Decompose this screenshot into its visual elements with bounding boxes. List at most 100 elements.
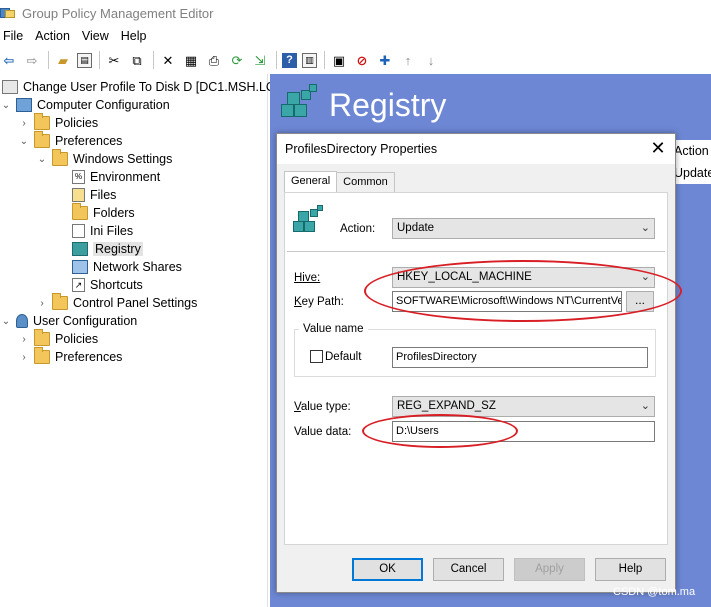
tree-node-environment[interactable]: % Environment bbox=[72, 168, 160, 186]
network-share-icon bbox=[72, 260, 88, 274]
tree-label: Windows Settings bbox=[73, 152, 173, 166]
show-pane-icon[interactable]: ▥ bbox=[302, 52, 317, 68]
refresh-icon[interactable]: ⟳ bbox=[228, 51, 246, 69]
action-dropdown[interactable]: Update ⌄ bbox=[392, 218, 655, 239]
back-arrow-icon[interactable]: ⇦ bbox=[0, 51, 18, 69]
tab-common[interactable]: Common bbox=[336, 172, 395, 193]
key-path-input[interactable]: SOFTWARE\Microsoft\Windows NT\CurrentVer bbox=[392, 291, 622, 312]
menu-view[interactable]: View bbox=[79, 29, 118, 43]
tree-node-files[interactable]: Files bbox=[72, 186, 116, 204]
tree-label: Control Panel Settings bbox=[73, 296, 198, 310]
action-value: Update bbox=[397, 222, 435, 234]
export-icon[interactable]: ⇲ bbox=[251, 51, 269, 69]
close-icon[interactable]: ✕ bbox=[649, 139, 667, 157]
menu-action[interactable]: Action bbox=[32, 29, 79, 43]
delete-icon[interactable]: ✕ bbox=[159, 51, 177, 69]
tab-general[interactable]: General bbox=[284, 171, 338, 193]
browse-key-button[interactable]: ... bbox=[626, 291, 654, 312]
value-type-label: Value type: bbox=[294, 401, 351, 413]
list-item-action[interactable]: Update bbox=[674, 162, 711, 184]
tree-label: Computer Configuration bbox=[37, 98, 170, 112]
tree-node-ini-files[interactable]: Ini Files bbox=[72, 222, 133, 240]
value-type-dropdown[interactable]: REG_EXPAND_SZ ⌄ bbox=[392, 396, 655, 417]
default-checkbox-label: Default bbox=[325, 351, 362, 363]
tree-node-control-panel-settings[interactable]: › Control Panel Settings bbox=[36, 293, 198, 312]
help-icon[interactable]: ? bbox=[282, 52, 297, 68]
default-checkbox[interactable] bbox=[310, 350, 323, 363]
computer-icon bbox=[16, 98, 32, 112]
chevron-down-icon[interactable]: ⌄ bbox=[18, 136, 30, 147]
key-path-label: Key Path: bbox=[294, 296, 344, 308]
tree-label: Preferences bbox=[55, 134, 123, 148]
print-icon[interactable]: ⎙ bbox=[205, 51, 223, 69]
chevron-down-icon: ⌄ bbox=[640, 222, 650, 234]
tree-node-user-preferences[interactable]: › Preferences bbox=[18, 347, 123, 366]
stop-icon[interactable]: ⊘ bbox=[353, 51, 371, 69]
dialog-title: ProfilesDirectory Properties bbox=[285, 142, 438, 156]
ok-button[interactable]: OK bbox=[352, 558, 423, 581]
chevron-right-icon[interactable]: › bbox=[18, 334, 30, 345]
tree-node-preferences[interactable]: ⌄ Preferences bbox=[18, 131, 123, 150]
gpo-icon bbox=[2, 80, 18, 94]
tree-node-registry[interactable]: Registry bbox=[72, 240, 143, 258]
tree-label: Network Shares bbox=[93, 260, 182, 274]
menu-help[interactable]: Help bbox=[118, 29, 156, 43]
move-up-icon[interactable]: ↑ bbox=[399, 51, 417, 69]
user-icon bbox=[16, 314, 28, 328]
value-data-input[interactable]: D:\Users bbox=[392, 421, 655, 442]
forward-arrow-icon[interactable]: ⇨ bbox=[23, 51, 41, 69]
add-icon[interactable]: ✚ bbox=[376, 51, 394, 69]
tree-node-policies[interactable]: › Policies bbox=[18, 113, 98, 132]
watermark: CSDN @tom.ma bbox=[613, 586, 696, 598]
cancel-button[interactable]: Cancel bbox=[433, 558, 504, 581]
chevron-down-icon[interactable]: ⌄ bbox=[0, 316, 12, 327]
chevron-right-icon[interactable]: › bbox=[36, 298, 48, 309]
shortcut-icon: ↗ bbox=[72, 278, 85, 292]
menu-file[interactable]: File bbox=[0, 29, 32, 43]
column-header-action[interactable]: Action bbox=[674, 140, 711, 162]
general-tab-panel: Action: Update ⌄ Hive: HKEY_LOCAL_MACHIN… bbox=[284, 192, 668, 545]
cut-icon[interactable]: ✂ bbox=[105, 51, 123, 69]
show-hide-tree-icon[interactable]: ▤ bbox=[77, 52, 92, 68]
tree-node-user-policies[interactable]: › Policies bbox=[18, 329, 99, 348]
chevron-right-icon[interactable]: › bbox=[18, 352, 30, 363]
registry-item-icon bbox=[293, 205, 327, 239]
copy-icon[interactable]: ⧉ bbox=[128, 51, 146, 69]
tree-node-computer-configuration[interactable]: ⌄ Computer Configuration bbox=[0, 96, 170, 114]
up-folder-icon[interactable]: ▰ bbox=[54, 51, 72, 69]
registry-header: Registry bbox=[281, 84, 446, 126]
chevron-right-icon[interactable]: › bbox=[18, 118, 30, 129]
move-down-icon[interactable]: ↓ bbox=[422, 51, 440, 69]
toolbar-separator bbox=[276, 51, 277, 69]
new-item-icon[interactable]: ▣ bbox=[330, 51, 348, 69]
registry-title: Registry bbox=[329, 86, 447, 123]
chevron-down-icon[interactable]: ⌄ bbox=[0, 100, 12, 111]
dialog-titlebar: ProfilesDirectory Properties ✕ bbox=[277, 134, 675, 164]
tree-node-windows-settings[interactable]: ⌄ Windows Settings bbox=[36, 149, 173, 168]
hive-dropdown[interactable]: HKEY_LOCAL_MACHINE ⌄ bbox=[392, 267, 655, 288]
ini-file-icon bbox=[72, 224, 85, 238]
window-titlebar: Group Policy Management Editor bbox=[0, 0, 711, 26]
tree-node-folders[interactable]: Folders bbox=[72, 203, 135, 222]
gpme-app-icon bbox=[0, 6, 16, 20]
tree-label: Change User Profile To Disk D [DC1.MSH.L… bbox=[23, 80, 293, 94]
apply-button[interactable]: Apply bbox=[514, 558, 585, 581]
value-data-label: Value data: bbox=[294, 426, 352, 438]
help-button[interactable]: Help bbox=[595, 558, 666, 581]
dialog-tabs: General Common bbox=[284, 171, 395, 193]
tree-node-shortcuts[interactable]: ↗ Shortcuts bbox=[72, 276, 143, 294]
chevron-down-icon[interactable]: ⌄ bbox=[36, 154, 48, 165]
environment-icon: % bbox=[72, 170, 85, 184]
toolbar-separator bbox=[153, 51, 154, 69]
folder-icon bbox=[52, 293, 68, 310]
tree-label: User Configuration bbox=[33, 314, 138, 328]
hive-value: HKEY_LOCAL_MACHINE bbox=[397, 271, 532, 283]
value-name-input[interactable]: ProfilesDirectory bbox=[392, 347, 648, 368]
tree-label: Policies bbox=[55, 332, 99, 346]
tree-node-gpo-root[interactable]: Change User Profile To Disk D [DC1.MSH.L… bbox=[2, 78, 293, 96]
folder-icon bbox=[34, 329, 50, 346]
tree-node-network-shares[interactable]: Network Shares bbox=[72, 258, 182, 276]
properties-icon[interactable]: ▦ bbox=[182, 51, 200, 69]
tree-node-user-configuration[interactable]: ⌄ User Configuration bbox=[0, 312, 137, 330]
tree-label: Preferences bbox=[55, 350, 123, 364]
